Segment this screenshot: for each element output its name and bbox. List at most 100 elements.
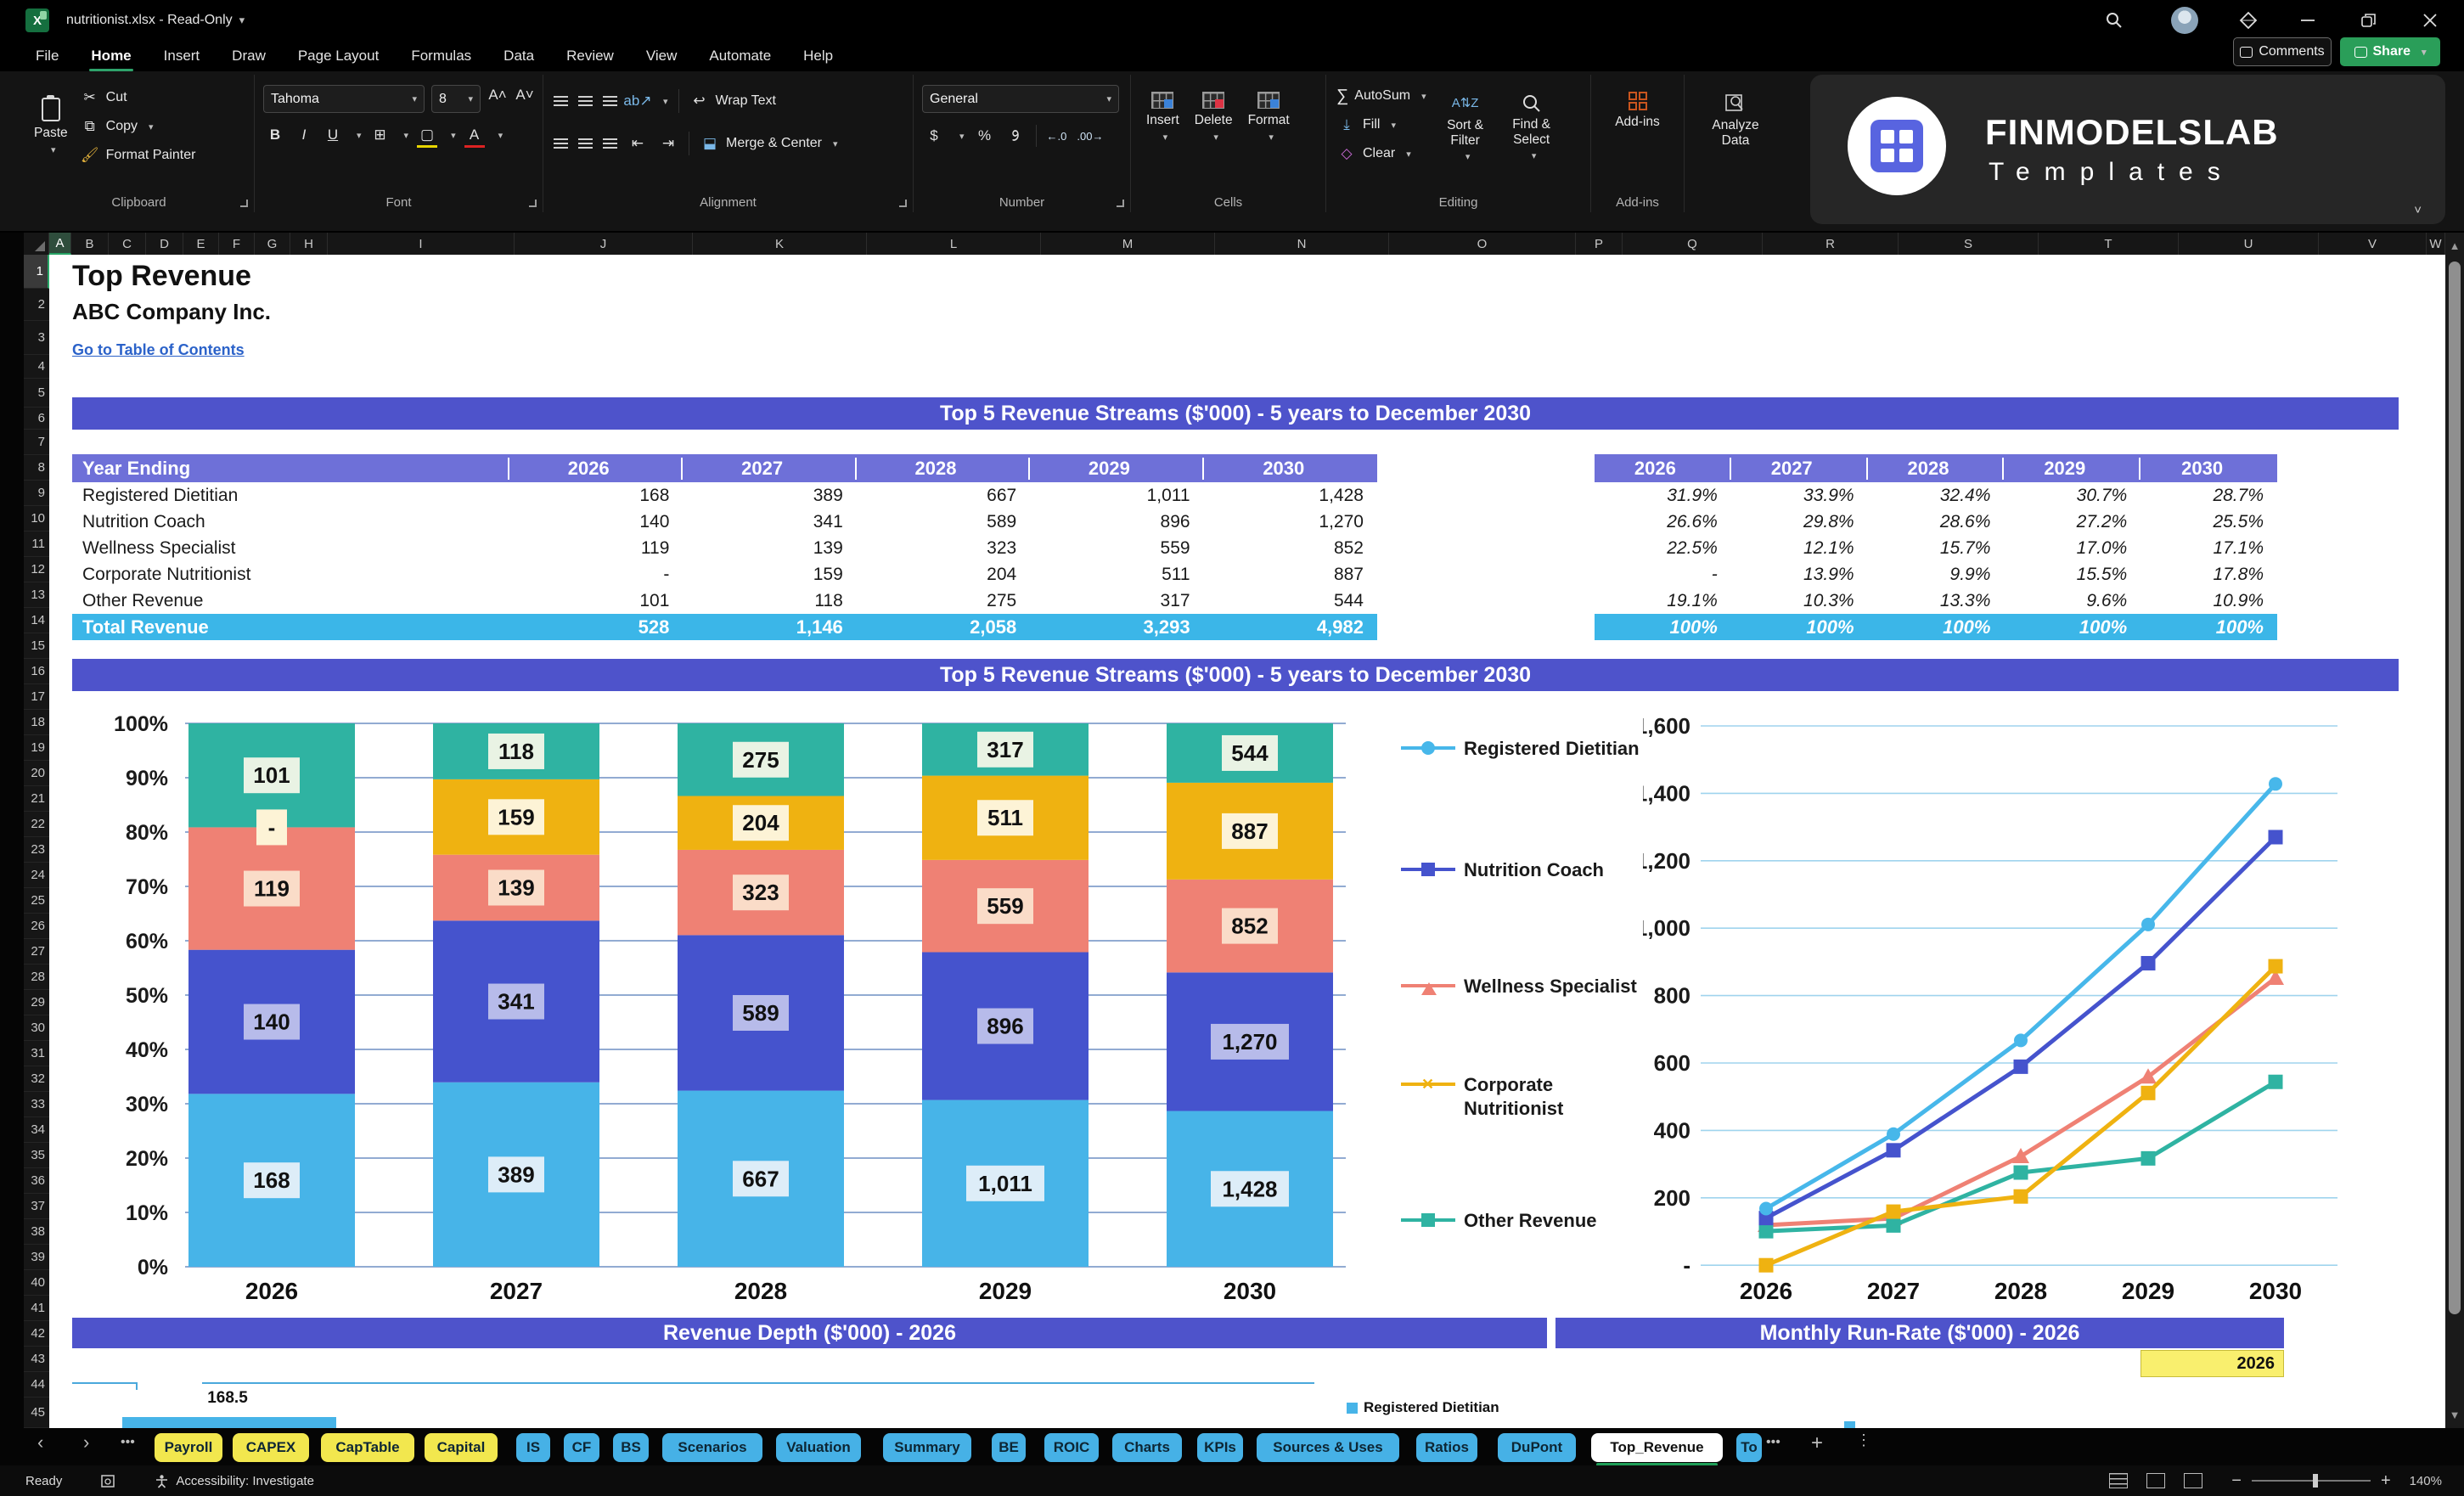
table-header-cell[interactable]: 2027 [683,457,857,480]
font-size-combo[interactable]: 8 ▾ [431,85,481,113]
pct-cell[interactable]: 28.7% [2141,486,2277,506]
pct-cell[interactable]: 17.1% [2141,538,2277,559]
sheet-tab-roic[interactable]: ROIC [1044,1433,1099,1462]
italic-button[interactable]: I [294,125,314,145]
scroll-down-icon[interactable]: ▼ [2445,1409,2464,1421]
pct-cell[interactable]: 32.4% [1868,486,2005,506]
row-header-31[interactable]: 31 [24,1041,49,1066]
table-cell[interactable]: 139 [683,538,856,559]
bold-button[interactable]: B [265,125,285,145]
sheet-tab-is[interactable]: IS [516,1433,550,1462]
pct-total-cell[interactable]: 100% [1731,616,1868,638]
row-header-23[interactable]: 23 [24,837,49,863]
pct-cell[interactable]: 12.1% [1731,538,1868,559]
revenue-percent-table[interactable]: 2026 2027 2028 2029 2030 31.9% 33.9% 32.4% 30.7%… [1595,454,2277,640]
table-cell[interactable]: 589 [857,512,1030,532]
pct-cell[interactable]: 15.5% [2004,565,2141,585]
column-header-U[interactable]: U [2179,233,2319,255]
share-button[interactable]: Share ▾ [2340,37,2440,66]
pct-cell[interactable]: 22.5% [1595,538,1731,559]
column-header-V[interactable]: V [2319,233,2427,255]
row-header-34[interactable]: 34 [24,1117,49,1143]
close-button[interactable] [2415,5,2445,36]
column-header-M[interactable]: M [1041,233,1215,255]
table-cell[interactable]: 341 [683,512,856,532]
pct-cell[interactable]: 31.9% [1595,486,1731,506]
title-dropdown-icon[interactable]: ▾ [239,14,245,27]
row-header-20[interactable]: 20 [24,761,49,786]
table-total-cell[interactable]: 1,146 [683,616,856,638]
menu-review[interactable]: Review [553,44,627,68]
search-icon[interactable] [2099,5,2129,36]
row-header-1[interactable]: 1 [24,255,49,289]
page-layout-view-icon[interactable] [2146,1473,2166,1488]
table-cell[interactable]: 119 [509,538,683,559]
row-header-41[interactable]: 41 [24,1296,49,1321]
table-cell[interactable]: 323 [857,538,1030,559]
runrate-year-cell[interactable]: 2026 [2141,1350,2284,1377]
table-cell[interactable]: - [509,565,683,585]
clipboard-dialog-launcher[interactable] [240,200,248,207]
ribbon-collapse-icon[interactable]: ˅ [2414,203,2422,217]
sheet-tab-dupont[interactable]: DuPont [1498,1433,1576,1462]
stacked-bar-chart[interactable]: 100% 90% 80% 70% 60% 50% 40% 30% 20% 10% 0% 168 140 1… [68,705,1397,1314]
scroll-up-icon[interactable]: ▲ [2445,239,2464,252]
table-cell[interactable]: 544 [1204,591,1377,611]
table-cell[interactable]: 559 [1030,538,1203,559]
currency-format-icon[interactable]: $ [924,126,944,146]
pct-cell[interactable]: 28.6% [1868,512,2005,532]
row-header-29[interactable]: 29 [24,990,49,1015]
addins-button[interactable]: Add-ins [1591,75,1684,130]
minimize-button[interactable] [2292,5,2323,36]
merge-center-button[interactable]: ⬓ Merge & Center ▾ [700,129,838,158]
pct-cell[interactable]: 27.2% [2004,512,2141,532]
pct-cell[interactable]: 13.3% [1868,591,2005,611]
pct-cell[interactable]: 9.6% [2004,591,2141,611]
column-header-A[interactable]: A [49,233,71,255]
row-header-45[interactable]: 45 [24,1398,49,1428]
align-left-icon[interactable] [554,138,568,149]
pct-header-cell[interactable]: 2029 [2004,457,2141,480]
row-header-25[interactable]: 25 [24,888,49,914]
font-color-button[interactable]: A [464,125,485,145]
pct-cell[interactable]: 19.1% [1595,591,1731,611]
row-header-24[interactable]: 24 [24,863,49,888]
sheet-tab-capex[interactable]: CAPEX [233,1433,309,1462]
analyze-data-button[interactable]: Analyze Data [1685,75,1786,149]
zoom-slider[interactable] [2251,1474,2371,1488]
table-cell[interactable]: 1,011 [1030,486,1203,506]
tab-options-icon[interactable]: ⋮ [1856,1431,1871,1449]
table-cell[interactable]: 389 [683,486,856,506]
align-right-icon[interactable] [603,138,617,149]
column-header-H[interactable]: H [290,233,328,255]
percent-format-icon[interactable]: % [975,126,995,146]
row-header-2[interactable]: 2 [24,289,49,321]
table-cell[interactable]: 1,428 [1204,486,1377,506]
orientation-icon[interactable]: ab↗ [623,91,651,111]
avatar[interactable] [2171,7,2198,34]
decrease-decimal-icon[interactable]: .00→ [1077,130,1103,143]
row-header-28[interactable]: 28 [24,965,49,990]
column-header-G[interactable]: G [255,233,290,255]
macro-record-icon[interactable] [101,1474,115,1488]
underline-button[interactable]: U [323,125,343,145]
decrease-indent-icon[interactable]: ⇤ [627,133,648,154]
row-header-5[interactable]: 5 [24,379,49,408]
sheet-tab-to[interactable]: To [1736,1433,1762,1462]
font-dialog-launcher[interactable] [529,200,537,207]
column-header-D[interactable]: D [146,233,183,255]
column-header-T[interactable]: T [2039,233,2179,255]
pct-cell[interactable]: 17.8% [2141,565,2277,585]
column-header-J[interactable]: J [515,233,693,255]
sort-filter-button[interactable]: A⇅Z Sort & Filter ▾ [1438,88,1493,168]
pct-cell[interactable]: - [1595,565,1731,585]
delete-cells-button[interactable]: Delete ▾ [1195,92,1233,143]
row-header-37[interactable]: 37 [24,1194,49,1219]
pct-header-cell[interactable]: 2026 [1595,457,1731,480]
more-sheets-icon[interactable]: ••• [1766,1435,1780,1450]
row-header-17[interactable]: 17 [24,684,49,710]
sheet-tab-kpis[interactable]: KPIs [1197,1433,1243,1462]
column-header-B[interactable]: B [71,233,109,255]
fill-button[interactable]: ⤓ Fill ▾ [1336,110,1426,139]
pct-total-cell[interactable]: 100% [2004,616,2141,638]
